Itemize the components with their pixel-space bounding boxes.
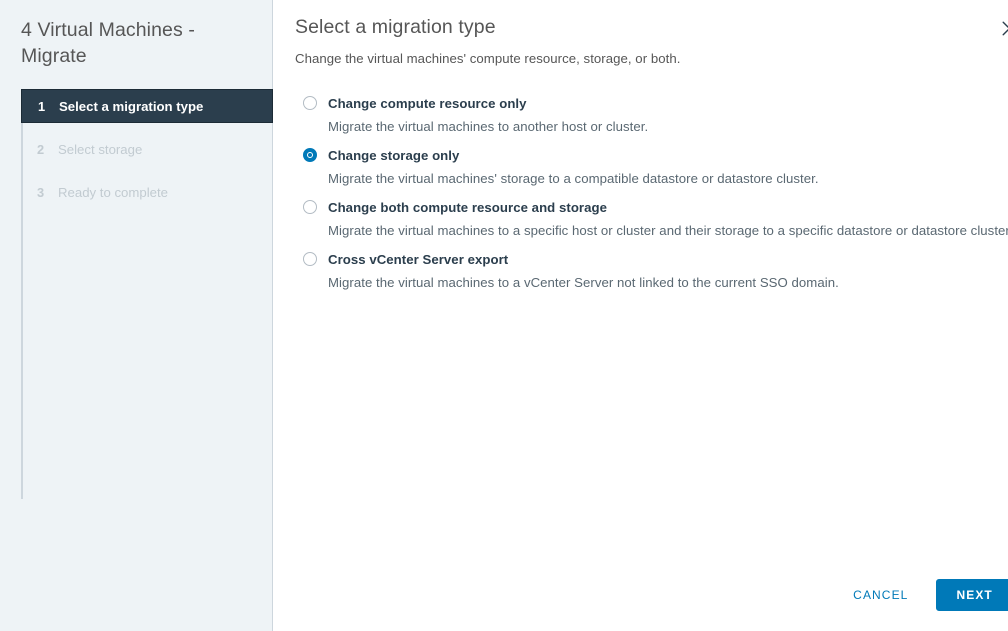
radio-button-icon[interactable] <box>303 96 317 110</box>
wizard-sidebar: 4 Virtual Machines - Migrate 1 Select a … <box>0 0 273 631</box>
sidebar-step-select-a-migration-type[interactable]: 1 Select a migration type <box>21 89 273 123</box>
radio-button-icon[interactable] <box>303 200 317 214</box>
wizard-content-pane: Select a migration type Change the virtu… <box>273 0 1008 631</box>
radio-row[interactable]: Change compute resource only <box>303 93 1008 113</box>
radio-label: Change both compute resource and storage <box>328 199 607 215</box>
radio-description: Migrate the virtual machines to a specif… <box>328 223 1008 238</box>
step-label: Select storage <box>58 141 143 157</box>
radio-row[interactable]: Cross vCenter Server export <box>303 249 1008 269</box>
sidebar-step-ready-to-complete[interactable]: 3 Ready to complete <box>21 175 272 209</box>
cancel-button[interactable]: CANCEL <box>839 582 922 608</box>
migration-wizard-dialog: 4 Virtual Machines - Migrate 1 Select a … <box>0 0 1008 631</box>
radio-option-cross-vcenter-server-export: Cross vCenter Server export Migrate the … <box>303 249 1008 290</box>
close-icon <box>1002 21 1008 36</box>
step-label: Ready to complete <box>58 184 168 200</box>
radio-description: Migrate the virtual machines to a vCente… <box>328 275 839 290</box>
wizard-step-list: 1 Select a migration type 2 Select stora… <box>0 89 273 499</box>
sidebar-step-select-storage[interactable]: 2 Select storage <box>21 132 272 166</box>
radio-option-change-storage-only: Change storage only Migrate the virtual … <box>303 145 1008 186</box>
wizard-title: 4 Virtual Machines - Migrate <box>21 19 195 67</box>
radio-label: Change storage only <box>328 147 460 163</box>
step-label: Select a migration type <box>59 98 204 114</box>
radio-option-change-both-compute-resource-and-storage: Change both compute resource and storage… <box>303 197 1008 238</box>
radio-description: Migrate the virtual machines' storage to… <box>328 171 819 186</box>
wizard-footer: CANCEL NEXT <box>839 579 1008 611</box>
radio-row[interactable]: Change both compute resource and storage <box>303 197 1008 217</box>
radio-label: Cross vCenter Server export <box>328 251 509 267</box>
page-title: Select a migration type <box>295 16 496 38</box>
step-number: 2 <box>37 141 45 157</box>
radio-row[interactable]: Change storage only <box>303 145 1008 165</box>
migration-type-radio-group: Change compute resource only Migrate the… <box>295 93 1008 290</box>
radio-button-icon[interactable] <box>303 252 317 266</box>
radio-button-icon[interactable] <box>303 148 317 162</box>
step-number: 1 <box>38 98 46 114</box>
radio-description: Migrate the virtual machines to another … <box>328 119 649 134</box>
radio-label: Change compute resource only <box>328 95 527 111</box>
radio-option-change-compute-resource-only: Change compute resource only Migrate the… <box>303 93 1008 134</box>
step-number: 3 <box>37 184 45 200</box>
close-button[interactable] <box>999 17 1008 39</box>
page-subtitle: Change the virtual machines' compute res… <box>295 51 681 66</box>
next-button[interactable]: NEXT <box>936 579 1008 611</box>
